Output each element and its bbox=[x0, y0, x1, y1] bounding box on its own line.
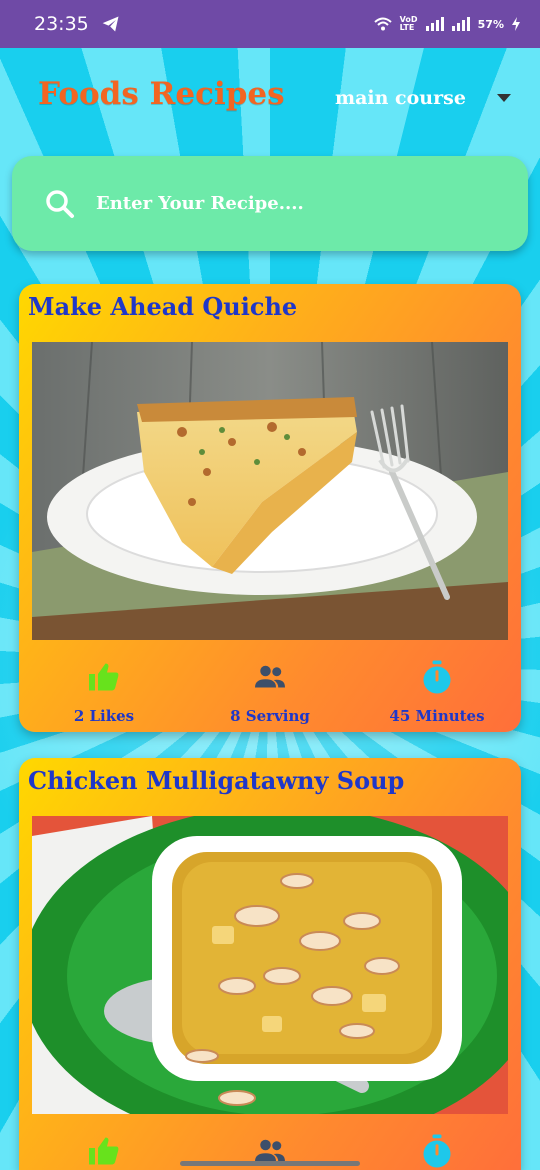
people-icon bbox=[255, 665, 285, 688]
charging-icon bbox=[512, 17, 520, 31]
status-bar: 23:35 VoD LTE 57% bbox=[0, 0, 540, 48]
battery-level: 57% bbox=[477, 17, 504, 31]
timer-icon bbox=[423, 1134, 451, 1168]
search-icon bbox=[46, 189, 74, 218]
app-header: Foods Recipes main course bbox=[0, 48, 540, 148]
app-title: Foods Recipes bbox=[38, 76, 285, 112]
likes-stat[interactable]: 2 Likes bbox=[19, 659, 189, 725]
status-icons: VoD LTE 57% bbox=[373, 15, 520, 32]
likes-stat[interactable] bbox=[19, 1133, 189, 1169]
search-input[interactable] bbox=[96, 193, 476, 214]
status-time: 23:35 bbox=[34, 13, 89, 35]
thumbs-up-icon bbox=[89, 663, 119, 691]
gesture-nav-handle[interactable] bbox=[180, 1161, 360, 1166]
recipe-card[interactable]: Chicken Mulligatawny Soup bbox=[19, 758, 521, 1170]
recipe-image-soup bbox=[32, 816, 508, 1114]
search-bar[interactable] bbox=[12, 156, 528, 251]
recipe-title: Make Ahead Quiche bbox=[28, 292, 298, 321]
chevron-down-icon bbox=[497, 94, 511, 102]
time-label: 45 Minutes bbox=[389, 707, 485, 725]
timer-icon bbox=[423, 660, 451, 694]
recipe-title: Chicken Mulligatawny Soup bbox=[28, 766, 405, 795]
telegram-icon bbox=[102, 16, 119, 32]
serving-stat: 8 Serving bbox=[185, 659, 355, 725]
recipe-card[interactable]: Make Ahead Quiche 2 Likes 8 Serving 45 M… bbox=[19, 284, 521, 732]
serving-label: 8 Serving bbox=[230, 707, 310, 725]
wifi-icon bbox=[373, 17, 392, 31]
category-value: main course bbox=[335, 87, 466, 109]
likes-label: 2 Likes bbox=[73, 707, 135, 725]
signal-icon bbox=[425, 17, 444, 31]
category-dropdown[interactable]: main course bbox=[335, 84, 515, 112]
time-stat: 45 Minutes bbox=[352, 659, 521, 725]
recipe-stats: 2 Likes 8 Serving 45 Minutes bbox=[19, 659, 521, 729]
time-stat bbox=[352, 1133, 521, 1169]
network-label: VoD LTE bbox=[399, 15, 418, 32]
signal-icon-2 bbox=[451, 17, 470, 31]
recipe-image-quiche bbox=[32, 342, 508, 640]
thumbs-up-icon bbox=[89, 1137, 119, 1165]
